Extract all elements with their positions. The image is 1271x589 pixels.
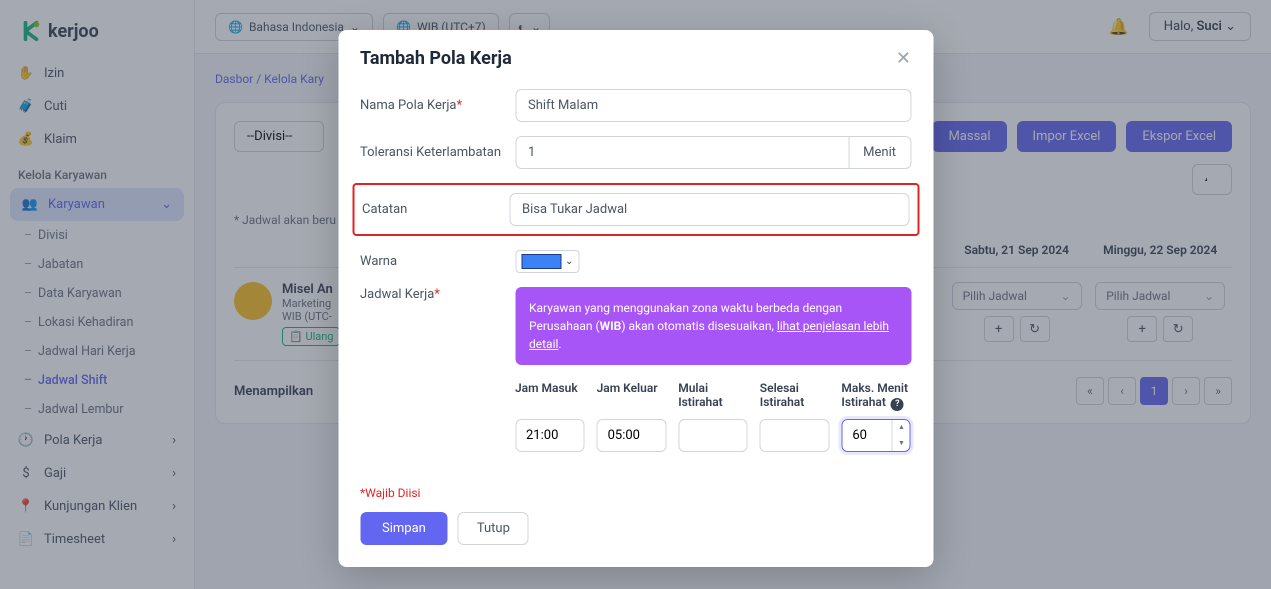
th-selesai: Selesai Istirahat — [760, 381, 830, 411]
th-masuk: Jam Masuk — [515, 381, 585, 411]
modal-footer: *Wajib Diisi Simpan Tutup — [338, 476, 933, 567]
required-note: *Wajib Diisi — [360, 486, 911, 500]
warna-select[interactable]: ⌄ — [515, 250, 579, 273]
modal-title: Tambah Pola Kerja — [360, 48, 512, 69]
catatan-input[interactable] — [509, 193, 909, 226]
menit-addon: Menit — [848, 136, 911, 169]
spin-up[interactable]: ▲ — [893, 420, 910, 436]
maks-menit-input-wrapper: ▲ ▼ — [841, 419, 911, 452]
label-nama: Nama Pola Kerja* — [360, 98, 515, 113]
mulai-istirahat-input[interactable] — [678, 419, 748, 452]
spin-down[interactable]: ▼ — [893, 435, 910, 451]
th-keluar: Jam Keluar — [597, 381, 667, 411]
toleransi-input[interactable] — [515, 136, 848, 169]
jam-keluar-input[interactable] — [597, 419, 667, 452]
help-icon[interactable]: ? — [891, 398, 904, 411]
label-warna: Warna — [360, 254, 515, 269]
modal-body: Nama Pola Kerja* Toleransi Keterlambatan… — [338, 83, 933, 476]
th-maks: Maks. Menit Istirahat ? — [841, 381, 911, 411]
jam-masuk-input[interactable] — [515, 419, 585, 452]
selesai-istirahat-input[interactable] — [760, 419, 830, 452]
maks-menit-input[interactable] — [842, 420, 892, 451]
label-toleransi: Toleransi Keterlambatan — [360, 145, 515, 160]
label-catatan: Catatan — [362, 202, 509, 217]
chevron-down-icon: ⌄ — [565, 256, 573, 267]
modal-header: Tambah Pola Kerja ✕ — [338, 30, 933, 83]
timezone-info: Karyawan yang menggunakan zona waktu ber… — [515, 287, 911, 365]
nama-input[interactable] — [515, 89, 911, 122]
modal: Tambah Pola Kerja ✕ Nama Pola Kerja* Tol… — [338, 30, 933, 567]
th-mulai: Mulai Istirahat — [678, 381, 748, 411]
tutup-button[interactable]: Tutup — [458, 512, 529, 545]
catatan-row-highlighted: Catatan — [352, 183, 919, 236]
color-swatch — [521, 254, 561, 269]
close-button[interactable]: ✕ — [896, 48, 911, 69]
simpan-button[interactable]: Simpan — [360, 512, 448, 545]
label-jadwal: Jadwal Kerja* — [360, 287, 515, 302]
schedule-table: Jam Masuk Jam Keluar Mulai Istirahat Sel… — [515, 381, 911, 452]
